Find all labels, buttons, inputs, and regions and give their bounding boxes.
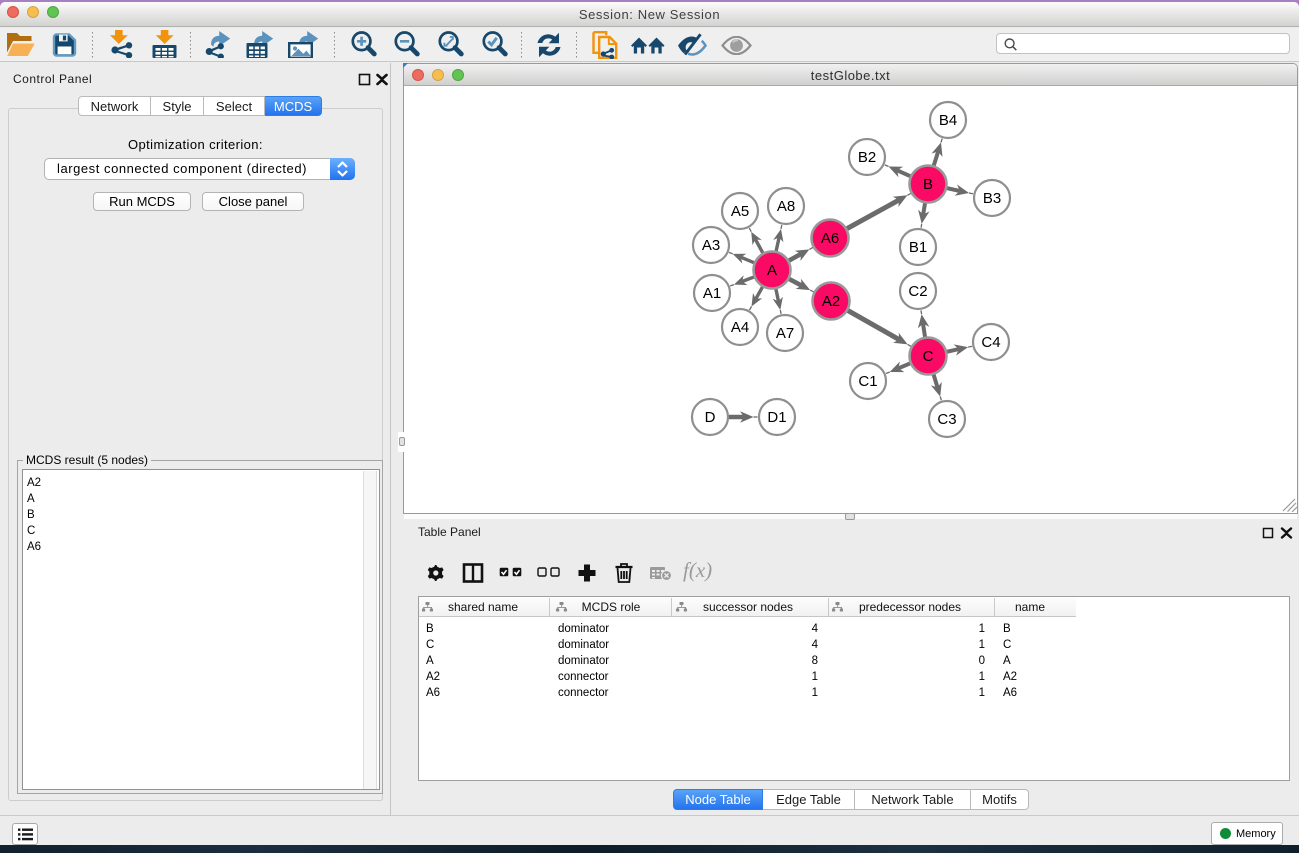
svg-text:C4: C4 (981, 334, 1000, 351)
svg-text:C3: C3 (937, 411, 956, 428)
svg-text:D1: D1 (767, 409, 786, 426)
svg-text:f(x): f(x) (683, 559, 712, 582)
svg-text:A1: A1 (703, 285, 721, 302)
svg-text:A2: A2 (822, 293, 840, 310)
svg-text:C1: C1 (858, 373, 877, 390)
svg-text:B: B (923, 176, 933, 193)
svg-text:A6: A6 (821, 230, 839, 247)
svg-text:A4: A4 (731, 319, 749, 336)
svg-text:A: A (767, 262, 777, 279)
svg-text:B3: B3 (983, 190, 1001, 207)
svg-text:C2: C2 (908, 283, 927, 300)
svg-text:C: C (923, 348, 934, 365)
svg-text:B1: B1 (909, 239, 927, 256)
svg-text:B2: B2 (858, 149, 876, 166)
svg-text:A3: A3 (702, 237, 720, 254)
svg-text:D: D (705, 409, 716, 426)
svg-text:A7: A7 (776, 325, 794, 342)
svg-text:A8: A8 (777, 198, 795, 215)
svg-text:A5: A5 (731, 203, 749, 220)
svg-text:B4: B4 (939, 112, 957, 129)
